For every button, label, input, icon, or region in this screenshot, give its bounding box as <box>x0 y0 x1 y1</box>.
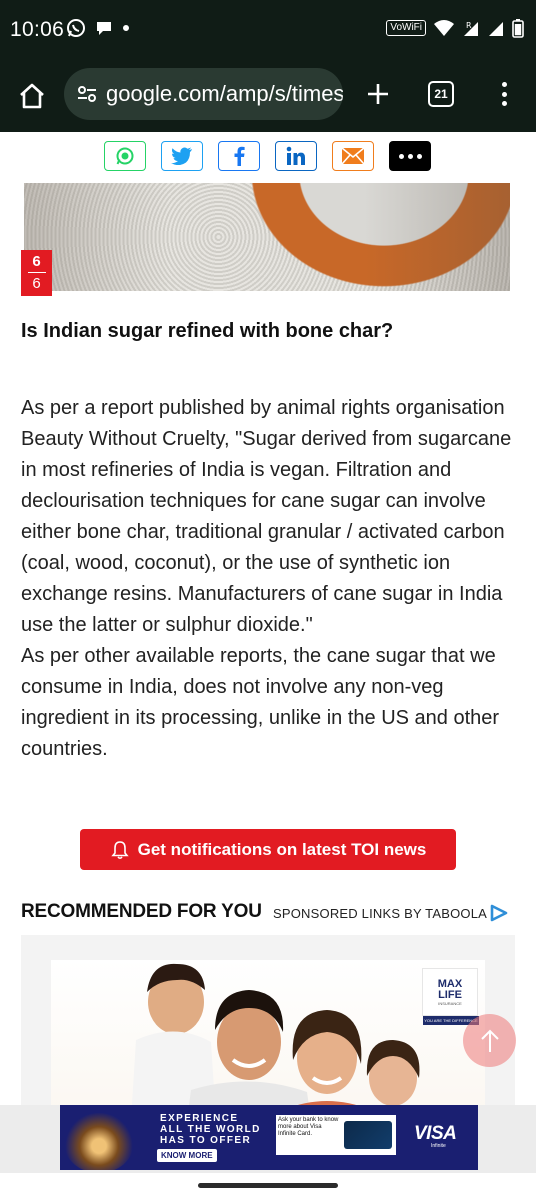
whatsapp-icon <box>116 147 134 165</box>
chat-notification-icon <box>97 22 111 35</box>
menu-dot <box>501 101 507 106</box>
article-image-sugar <box>24 183 510 291</box>
notifications-button[interactable]: Get notifications on latest TOI news <box>80 829 456 870</box>
home-gesture-handle[interactable] <box>198 1183 338 1188</box>
bell-icon <box>110 840 129 859</box>
arrow-up-icon <box>480 1029 499 1052</box>
taboola-icon[interactable] <box>489 904 509 922</box>
slide-current: 6 <box>32 253 41 270</box>
recommended-title: RECOMMENDED FOR YOU <box>21 901 262 922</box>
tab-switcher-button[interactable]: 21 <box>428 81 454 107</box>
status-bar: 10:06 VoWiFi R <box>0 0 536 60</box>
menu-dot <box>501 82 507 87</box>
gesture-navigation-bar <box>0 1173 536 1200</box>
more-icon <box>407 153 413 159</box>
linkedin-icon <box>286 146 305 165</box>
ad-headline-line: EXPERIENCE <box>160 1113 239 1124</box>
notifications-button-label: Get notifications on latest TOI news <box>137 839 427 859</box>
article-paragraph: As per other available reports, the cane… <box>21 645 500 760</box>
url-text: google.com/amp/s/times <box>106 81 343 106</box>
article-paragraph: As per a report published by animal righ… <box>21 397 512 636</box>
more-icon <box>398 153 404 159</box>
plus-icon <box>368 84 388 104</box>
ad-card-panel: Ask your bank to know more about Visa In… <box>276 1115 396 1155</box>
article-body: As per a report published by animal righ… <box>21 393 521 765</box>
twitter-icon <box>171 147 192 165</box>
home-icon <box>20 83 44 109</box>
visa-logo-sub: Infinite <box>431 1143 446 1149</box>
site-settings-icon[interactable] <box>76 83 98 105</box>
clock: 10:06 <box>10 18 65 41</box>
signal-icon <box>489 22 503 36</box>
scroll-to-top-button[interactable] <box>463 1014 516 1067</box>
ad-card-text: Ask your bank to know more about Visa In… <box>278 1117 339 1137</box>
brand-line-2: LIFE <box>438 988 462 1001</box>
home-button[interactable] <box>14 78 50 114</box>
visa-ad[interactable]: EXPERIENCE ALL THE WORLD HAS TO OFFER KN… <box>60 1105 478 1170</box>
ad-headline-line: HAS TO OFFER <box>160 1135 252 1146</box>
ad-headline-line: ALL THE WORLD <box>160 1124 261 1135</box>
ad-image: MAX LIFE INSURANCE YOU ARE THE DIFFERENC… <box>51 960 485 1110</box>
new-tab-button[interactable] <box>362 78 394 110</box>
slide-counter-badge: 6 6 <box>21 250 52 296</box>
overflow-menu-button[interactable] <box>494 78 514 110</box>
svg-text:R: R <box>466 21 472 30</box>
brand-line-1: MAX <box>437 977 463 990</box>
address-bar[interactable]: google.com/amp/s/times <box>64 68 343 120</box>
menu-dot <box>501 91 507 97</box>
bottom-banner-ad[interactable]: EXPERIENCE ALL THE WORLD HAS TO OFFER KN… <box>0 1105 536 1173</box>
know-more-button[interactable]: KNOW MORE <box>157 1149 217 1162</box>
share-facebook-button[interactable] <box>218 141 260 171</box>
article-heading: Is Indian sugar refined with bone char? <box>21 320 394 342</box>
vowifi-badge: VoWiFi <box>386 20 426 36</box>
system-icons: VoWiFi R <box>386 18 524 38</box>
browser-toolbar: google.com/amp/s/times 21 <box>0 60 536 132</box>
sponsored-ad-card[interactable]: MAX LIFE INSURANCE YOU ARE THE DIFFERENC… <box>21 935 515 1110</box>
slide-total: 6 <box>32 275 41 292</box>
ad-visual <box>64 1113 134 1170</box>
share-bar <box>104 141 431 171</box>
ad-headline: EXPERIENCE ALL THE WORLD HAS TO OFFER <box>160 1113 261 1146</box>
email-icon <box>341 147 365 165</box>
max-life-logo: MAX LIFE INSURANCE YOU ARE THE DIFFERENC… <box>422 968 479 1025</box>
whatsapp-notification-icon <box>67 19 85 37</box>
facebook-icon <box>234 146 245 166</box>
more-icon <box>416 153 422 159</box>
battery-icon <box>512 19 524 38</box>
wifi-icon <box>434 20 454 36</box>
share-twitter-button[interactable] <box>161 141 203 171</box>
dot-icon <box>123 25 129 31</box>
sponsored-link[interactable]: SPONSORED LINKS BY TABOOLA <box>273 906 487 921</box>
share-email-button[interactable] <box>332 141 374 171</box>
share-whatsapp-button[interactable] <box>104 141 146 171</box>
share-linkedin-button[interactable] <box>275 141 317 171</box>
brand-sub: INSURANCE <box>438 1000 462 1006</box>
credit-card-image <box>344 1121 392 1149</box>
notification-icons <box>66 18 130 38</box>
visa-logo: VISA <box>414 1123 457 1144</box>
image-sheen <box>24 183 510 291</box>
share-more-button[interactable] <box>389 141 431 171</box>
slide-divider <box>27 272 46 273</box>
family-photo-illustration <box>131 963 420 1110</box>
signal-roaming-icon: R <box>464 21 478 36</box>
